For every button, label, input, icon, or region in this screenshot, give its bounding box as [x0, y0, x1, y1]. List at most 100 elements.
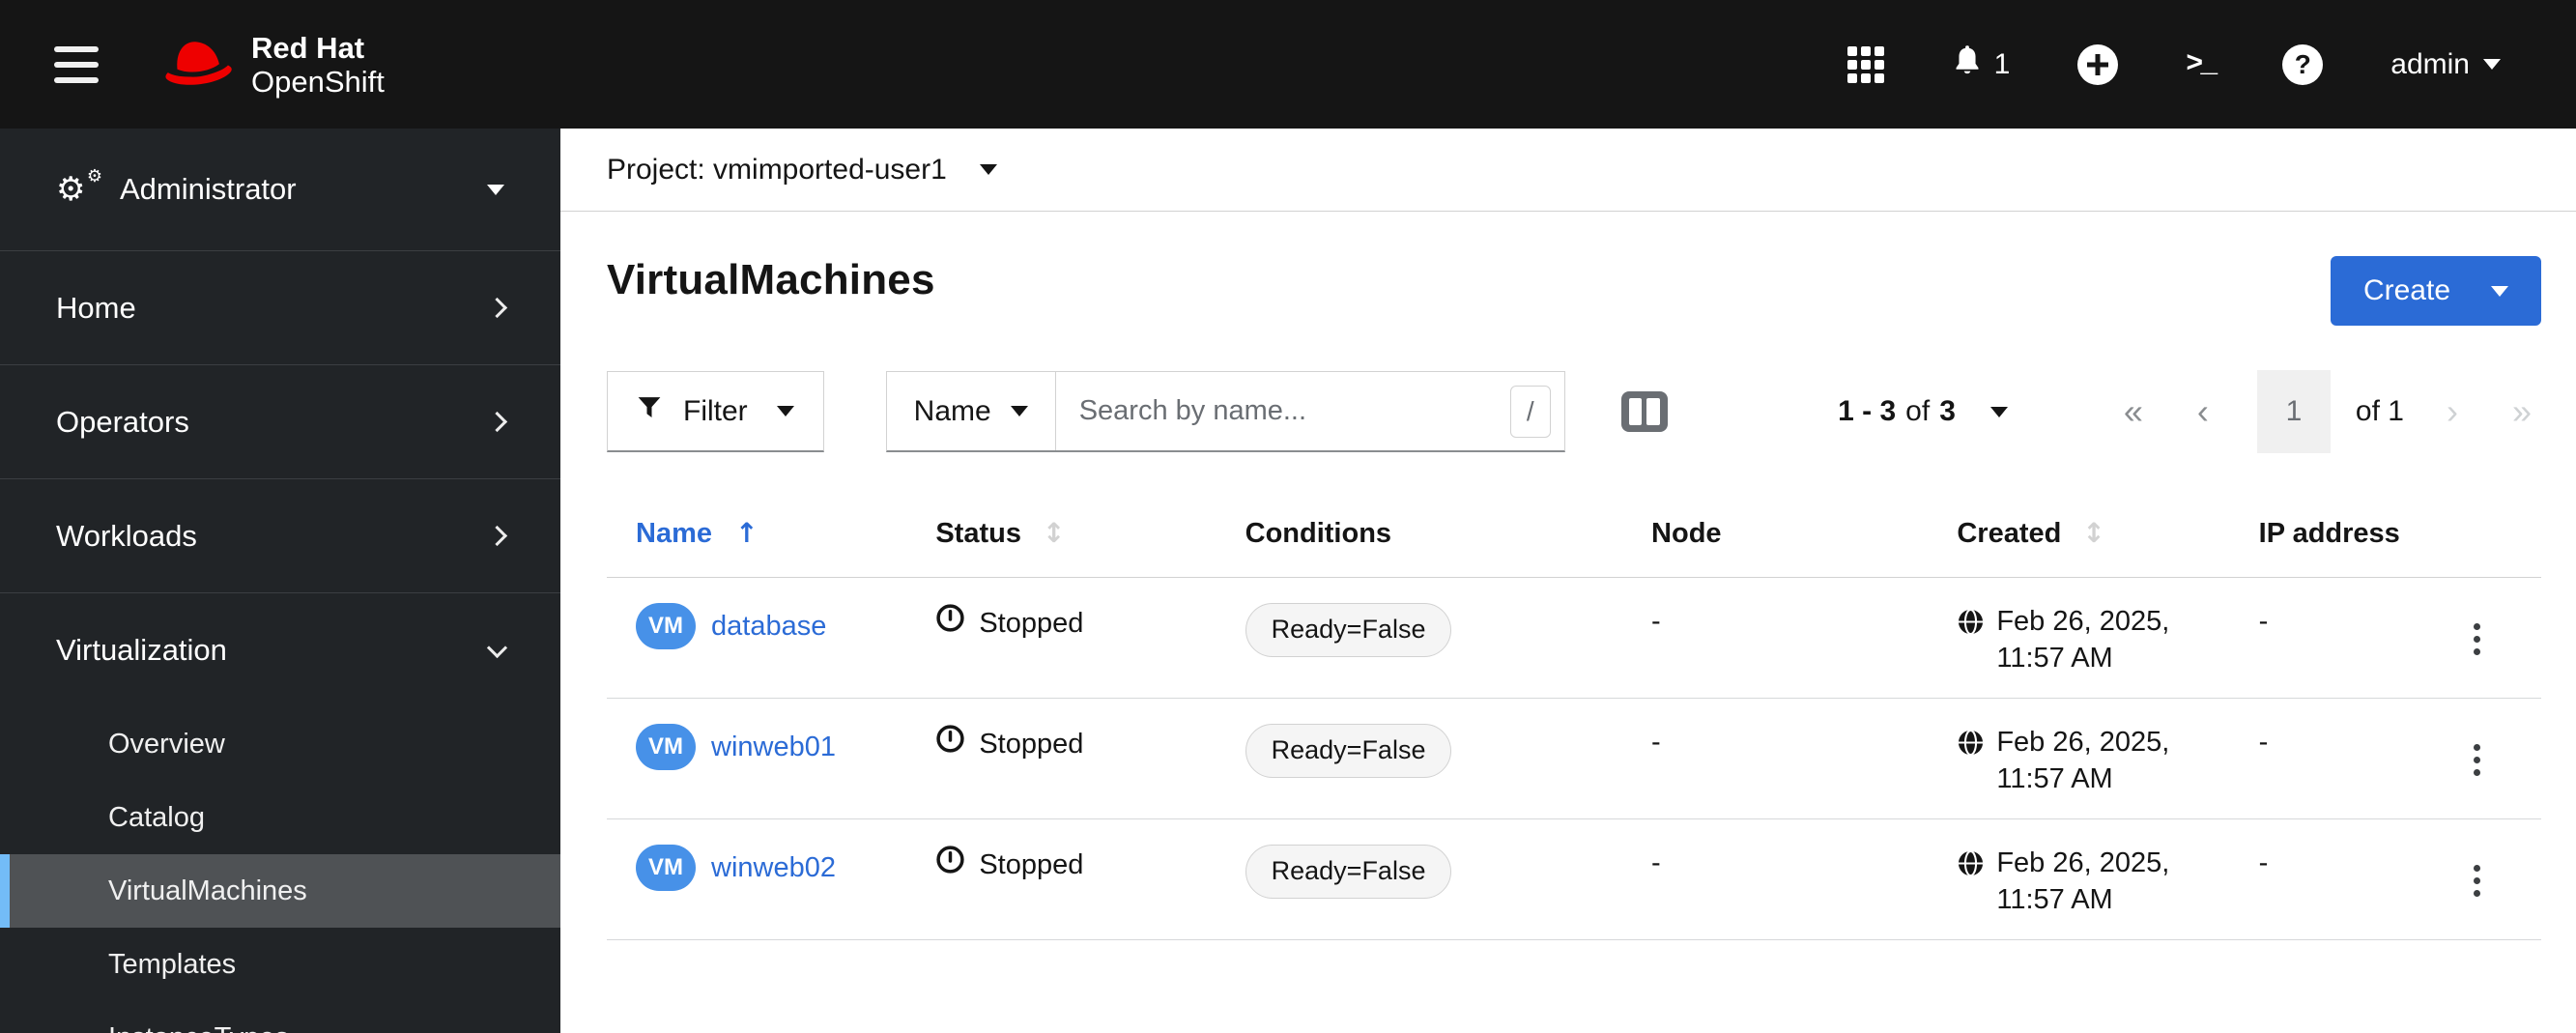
chevron-down-icon	[979, 164, 997, 175]
last-page-button[interactable]: »	[2503, 394, 2541, 429]
vm-name-link[interactable]: winweb01	[711, 729, 836, 765]
kebab-menu-icon[interactable]	[2460, 859, 2494, 903]
quick-create-icon[interactable]	[2077, 43, 2119, 85]
condition-pill: Ready=False	[1245, 603, 1452, 657]
stopped-icon	[935, 724, 965, 763]
column-header-ip-address: IP address	[2243, 494, 2445, 578]
column-header-node: Node	[1636, 494, 1942, 578]
sidebar-item-label: Home	[56, 290, 136, 325]
globe-timestamp-icon	[1957, 845, 1985, 918]
vm-name-link[interactable]: database	[711, 608, 826, 645]
manage-columns-button[interactable]	[1620, 391, 1668, 432]
cogs-icon: ⚙ ⚙	[56, 166, 102, 209]
vm-kind-badge: VM	[636, 603, 696, 649]
app-launcher-icon[interactable]	[1846, 45, 1884, 83]
sidebar-item-label: Catalog	[108, 801, 205, 833]
search-attribute-label: Name	[913, 394, 991, 427]
pagination-menu[interactable]: 1 - 3 of 3	[1838, 395, 2008, 428]
vm-node: -	[1636, 698, 1942, 819]
vm-created: Feb 26, 2025, 11:57 AM	[1996, 727, 2170, 794]
vm-kind-badge: VM	[636, 845, 696, 891]
chevron-down-icon	[776, 406, 794, 416]
chevron-down-icon	[1010, 406, 1028, 416]
sortable-icon: ↕	[1043, 517, 1066, 549]
search-input[interactable]	[1055, 372, 1510, 450]
vm-ip-address: -	[2243, 577, 2445, 699]
vm-name-link[interactable]: winweb02	[711, 849, 836, 886]
globe-timestamp-icon	[1957, 724, 1985, 797]
sidebar-item-instancetypes[interactable]: InstanceTypes	[0, 1001, 560, 1033]
user-menu[interactable]: admin	[2390, 48, 2501, 81]
vm-status: Stopped	[979, 607, 1084, 639]
kebab-menu-icon[interactable]	[2460, 738, 2494, 782]
sidebar-item-label: Workloads	[56, 518, 197, 553]
sidebar-item-workloads[interactable]: Workloads	[0, 479, 560, 593]
vm-kind-badge: VM	[636, 724, 696, 770]
perspective-label: Administrator	[120, 172, 297, 206]
brand-text: Red Hat OpenShift	[251, 31, 385, 99]
vm-ip-address: -	[2243, 698, 2445, 819]
funnel-icon	[637, 395, 662, 428]
pagination-nav: « ‹ of 1 › »	[2114, 370, 2541, 453]
brand-logo[interactable]: Red Hat OpenShift	[158, 31, 385, 99]
chevron-down-icon	[487, 184, 504, 195]
sidebar-item-catalog[interactable]: Catalog	[0, 781, 560, 854]
sidebar-item-home[interactable]: Home	[0, 251, 560, 365]
sidebar-item-overview[interactable]: Overview	[0, 707, 560, 781]
sidebar-item-virtualmachines[interactable]: VirtualMachines	[0, 854, 560, 928]
terminal-icon[interactable]: >_	[2186, 48, 2218, 81]
notifications-button[interactable]: 1	[1952, 44, 2011, 84]
page-of-label: of 1	[2355, 395, 2404, 427]
sidebar-item-operators[interactable]: Operators	[0, 365, 560, 479]
create-button-label: Create	[2362, 274, 2450, 306]
filter-dropdown[interactable]: Filter	[607, 371, 824, 452]
chevron-down-icon	[2491, 285, 2508, 297]
vm-created: Feb 26, 2025, 11:57 AM	[1996, 847, 2170, 915]
perspective-switcher[interactable]: ⚙ ⚙ Administrator	[0, 129, 560, 251]
help-icon[interactable]: ?	[2282, 43, 2324, 85]
columns-icon	[1628, 398, 1643, 425]
keyboard-shortcut-hint: /	[1509, 385, 1551, 438]
column-header-name[interactable]: Name ↑	[607, 494, 921, 578]
kebab-menu-icon[interactable]	[2460, 617, 2494, 661]
chevron-down-icon	[1989, 406, 2008, 417]
next-page-button[interactable]: ›	[2437, 394, 2468, 429]
previous-page-button[interactable]: ‹	[2188, 394, 2218, 429]
sidebar-item-virtualization[interactable]: Virtualization	[0, 593, 560, 707]
condition-pill: Ready=False	[1245, 845, 1452, 899]
vm-table: Name ↑ Status ↕ Conditions Node Created …	[607, 494, 2541, 940]
red-hat-fedora-icon	[158, 34, 236, 95]
vm-table-wrap: Name ↑ Status ↕ Conditions Node Created …	[560, 453, 2576, 940]
table-row: VM winweb02 Stopped Ready=False - Feb 26…	[607, 818, 2541, 940]
masthead-toolbar: 1 >_ ? admin	[1846, 43, 2501, 85]
notification-count: 1	[1993, 47, 2011, 80]
main-content: Project: vmimported-user1 VirtualMachine…	[560, 129, 2576, 1033]
page-title: VirtualMachines	[607, 256, 935, 303]
create-button[interactable]: Create	[2330, 256, 2541, 326]
column-header-created[interactable]: Created ↕	[1941, 494, 2244, 578]
search-attribute-dropdown[interactable]: Name	[887, 372, 1056, 450]
project-selector[interactable]: Project: vmimported-user1	[607, 154, 997, 187]
column-header-status[interactable]: Status ↕	[920, 494, 1230, 578]
pagination-of: of	[1905, 395, 1931, 427]
vm-status: Stopped	[979, 848, 1084, 880]
stopped-icon	[935, 603, 965, 643]
stopped-icon	[935, 845, 965, 884]
vm-node: -	[1636, 818, 1942, 940]
pagination-range: 1 - 3	[1838, 395, 1897, 427]
sort-ascending-icon: ↑	[735, 517, 758, 549]
virtualization-subnav: Overview Catalog VirtualMachines Templat…	[0, 707, 560, 1033]
current-page-input[interactable]	[2256, 370, 2331, 453]
pagination-total: 3	[1939, 395, 1956, 427]
column-header-actions	[2444, 494, 2541, 578]
page-header: VirtualMachines Create	[560, 212, 2576, 326]
table-row: VM winweb01 Stopped Ready=False - Feb 26…	[607, 698, 2541, 819]
sidebar-item-label: Overview	[108, 728, 225, 760]
sidebar-item-label: InstanceTypes	[108, 1022, 289, 1033]
chevron-right-icon	[486, 297, 508, 319]
nav-toggle-button[interactable]	[54, 45, 99, 83]
sidebar-item-label: Templates	[108, 948, 237, 980]
sidebar-item-templates[interactable]: Templates	[0, 928, 560, 1001]
sortable-icon: ↕	[2082, 517, 2105, 549]
first-page-button[interactable]: «	[2114, 394, 2153, 429]
